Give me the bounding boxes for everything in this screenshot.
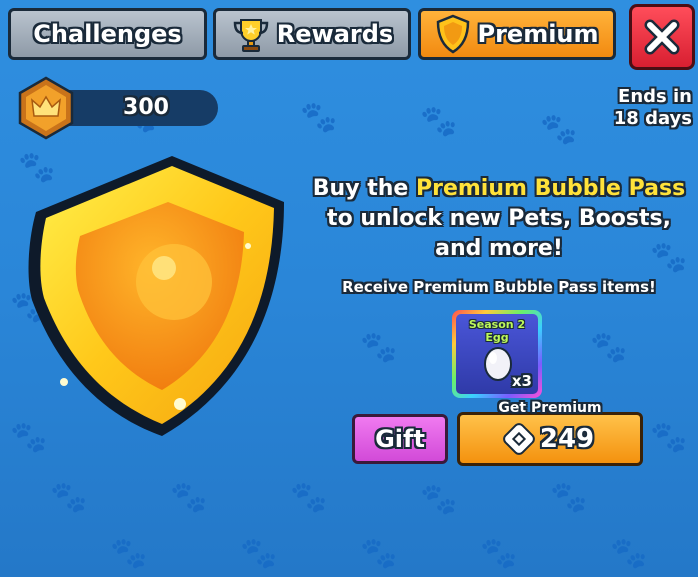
pitch-line-2: to unlock new Pets, Boosts, <box>327 206 671 231</box>
paw-icon: 🐾 <box>300 100 338 135</box>
tab-rewards[interactable]: Rewards <box>213 8 411 60</box>
paw-icon: 🐾 <box>550 480 588 515</box>
premium-price: 249 <box>539 424 595 454</box>
tab-challenges-label: Challenges <box>33 20 182 48</box>
gift-button-label: Gift <box>375 425 425 453</box>
premium-currency-counter: 300 <box>14 76 220 140</box>
premium-pitch: Buy the Premium Bubble Pass to unlock ne… <box>300 174 698 264</box>
egg-icon <box>484 347 512 381</box>
crown-icon <box>18 76 74 140</box>
tab-premium[interactable]: Premium <box>418 8 616 60</box>
tab-premium-label: Premium <box>477 20 599 48</box>
paw-icon: 🐾 <box>360 536 398 571</box>
paw-icon: 🐾 <box>240 536 278 571</box>
get-premium-button[interactable]: 249 <box>457 412 643 466</box>
pitch-subtext: Receive Premium Bubble Pass items! <box>342 278 656 296</box>
close-icon <box>644 19 680 55</box>
reward-item-card[interactable]: Season 2 Egg x3 <box>452 310 542 398</box>
tab-rewards-label: Rewards <box>276 20 394 48</box>
paw-icon: 🐾 <box>420 104 458 139</box>
paw-icon: 🐾 <box>110 536 148 571</box>
paw-icon: 🐾 <box>50 480 88 515</box>
get-premium-label: Get Premium <box>498 400 602 416</box>
timer-label: Ends in <box>618 86 692 107</box>
paw-icon: 🐾 <box>590 330 628 365</box>
pitch-line-3: and more! <box>435 236 563 261</box>
pitch-buy-the: Buy the <box>312 176 409 201</box>
shield-icon <box>437 14 470 54</box>
close-button[interactable] <box>629 4 695 70</box>
paw-icon: 🐾 <box>480 536 518 571</box>
paw-icon: 🐾 <box>360 330 398 365</box>
trophy-icon <box>233 19 269 52</box>
paw-icon: 🐾 <box>540 112 578 147</box>
robux-icon <box>500 420 538 458</box>
premium-shield-icon <box>28 156 284 436</box>
currency-value: 300 <box>123 95 169 120</box>
tab-challenges[interactable]: Challenges <box>8 8 207 60</box>
gift-button[interactable]: Gift <box>352 414 448 464</box>
paw-icon: 🐾 <box>610 536 648 571</box>
pass-name: Premium Bubble Pass <box>415 176 686 201</box>
paw-icon: 🐾 <box>290 480 328 515</box>
paw-icon: 🐾 <box>170 480 208 515</box>
paw-icon: 🐾 <box>420 482 458 517</box>
reward-item-name: Season 2 Egg <box>468 318 526 344</box>
reward-item-quantity: x3 <box>511 372 532 390</box>
season-timer: Ends in 18 days <box>614 86 692 130</box>
timer-value: 18 days <box>613 108 692 129</box>
paw-icon: 🐾 <box>650 420 688 455</box>
